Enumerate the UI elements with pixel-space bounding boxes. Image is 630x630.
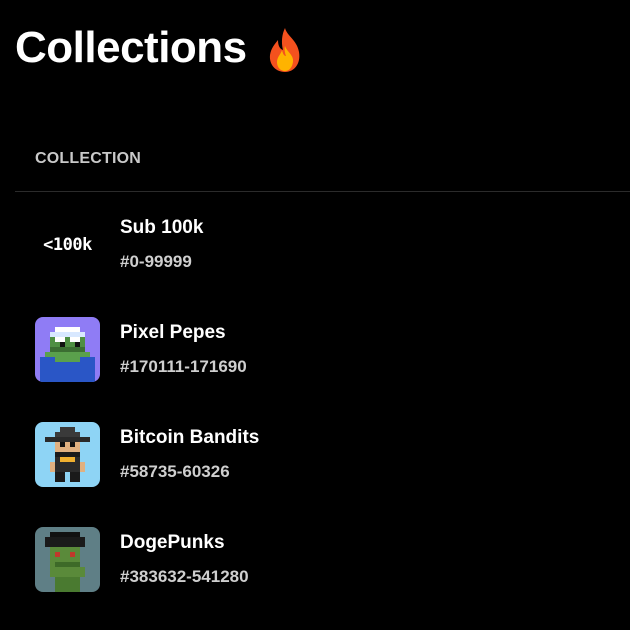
collection-range: #170111-171690 [120, 357, 247, 376]
collection-row-sub100k[interactable]: <100k Sub 100k #0-99999 [35, 212, 615, 317]
collection-range: #0-99999 [120, 252, 192, 271]
fire-icon [265, 26, 305, 74]
collection-name[interactable]: Pixel Pepes [120, 322, 226, 344]
dogepunk-avatar [35, 527, 100, 592]
sub100k-thumbnail-text: <100k [43, 234, 92, 255]
collection-row-dogepunks[interactable]: DogePunks #383632-541280 [35, 527, 615, 630]
collection-name[interactable]: Bitcoin Bandits [120, 427, 259, 449]
table-header: COLLECTION [15, 130, 630, 192]
collection-range: #58735-60326 [120, 462, 230, 481]
page-header: Collections [15, 18, 305, 78]
collection-list: <100k Sub 100k #0-99999 Pixel Pepes #170 [35, 212, 615, 630]
page-title: Collections [15, 23, 247, 72]
collection-range: #383632-541280 [120, 567, 249, 586]
collection-column-header[interactable]: COLLECTION [35, 150, 141, 168]
sub100k-thumbnail: <100k [35, 212, 100, 277]
pixel-pepe-avatar [35, 317, 100, 382]
collection-row-pixel-pepes[interactable]: Pixel Pepes #170111-171690 [35, 317, 615, 422]
bitcoin-bandit-avatar [35, 422, 100, 487]
collection-name[interactable]: Sub 100k [120, 217, 203, 239]
collection-row-bitcoin-bandits[interactable]: Bitcoin Bandits #58735-60326 [35, 422, 615, 527]
collection-name[interactable]: DogePunks [120, 532, 225, 554]
